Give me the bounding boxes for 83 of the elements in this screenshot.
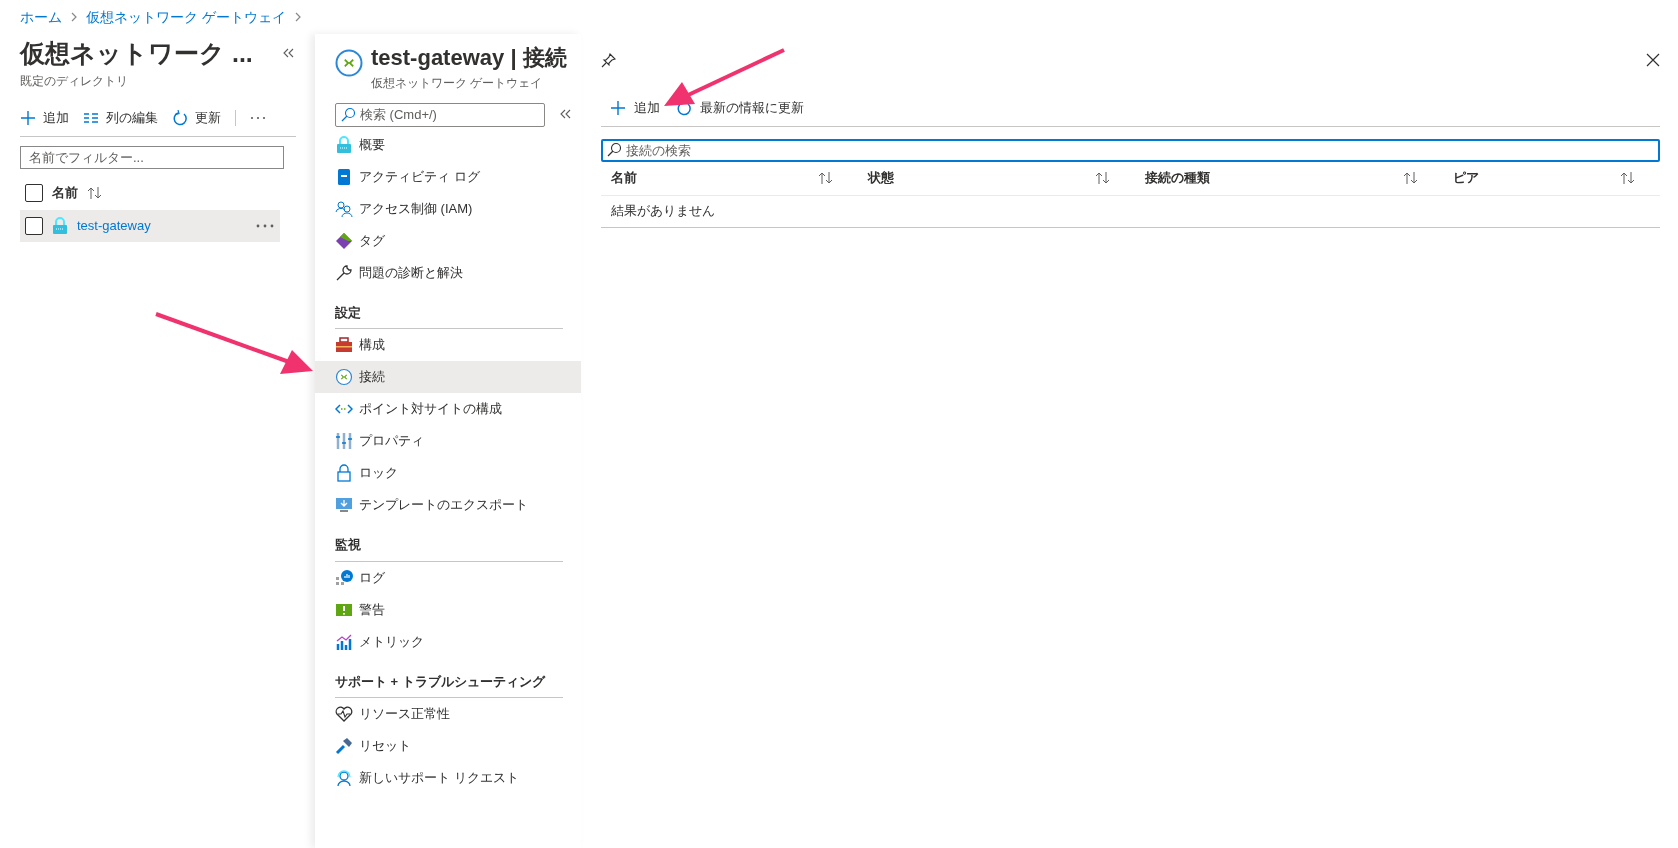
more-icon	[256, 223, 274, 228]
collapse-button[interactable]	[282, 47, 295, 59]
menu-item[interactable]: 接続	[315, 361, 581, 393]
column-header: 名前	[52, 183, 78, 202]
menu-item[interactable]: リソース正常性	[315, 698, 581, 730]
menu-item[interactable]: 概要	[315, 128, 581, 161]
empty-message: 結果がありません	[611, 202, 715, 221]
checkbox[interactable]	[25, 216, 43, 235]
download-monitor-icon	[335, 496, 353, 514]
collapse-icon	[282, 47, 295, 59]
list-row[interactable]: test-gateway	[20, 209, 280, 242]
menu-item[interactable]: アクセス制御 (IAM)	[315, 192, 581, 225]
breadcrumb-link[interactable]: ホーム	[20, 6, 62, 28]
bar-chart-icon	[335, 632, 353, 651]
menu-item[interactable]: テンプレートのエクスポート	[315, 489, 581, 521]
sort-icon	[87, 185, 102, 200]
menu-item[interactable]: タグ	[315, 224, 581, 257]
column-header: 接続の種類	[1145, 169, 1210, 188]
add-icon	[610, 99, 626, 116]
collapse-button[interactable]	[559, 108, 572, 121]
connection-icon	[335, 49, 363, 77]
section-heading: 監視	[335, 535, 563, 562]
menu-item[interactable]: プロパティ	[315, 425, 581, 457]
toolbar-button[interactable]: 列の編集	[83, 108, 158, 128]
column-header: 状態	[868, 169, 894, 188]
menu-item[interactable]: ログ	[315, 561, 581, 594]
close-button[interactable]	[1646, 53, 1660, 67]
page-title: test-gateway | 接続	[371, 44, 567, 72]
more-icon	[250, 115, 266, 120]
pane-subtitle: 既定のディレクトリ	[20, 73, 129, 90]
menu-item[interactable]: 警告	[315, 593, 581, 626]
close-icon	[1646, 53, 1660, 67]
menu-item[interactable]: ロック	[315, 457, 581, 489]
menu-item[interactable]: リセット	[315, 730, 581, 762]
lock-icon	[335, 135, 353, 154]
sort-icon	[1403, 171, 1418, 185]
checkbox[interactable]	[25, 183, 43, 202]
menu-item[interactable]: 新しいサポート リクエスト	[315, 762, 581, 794]
column-header: ピア	[1453, 169, 1479, 188]
toolbox-icon	[335, 336, 353, 354]
pin-button[interactable]	[601, 52, 617, 68]
hammer-icon	[335, 737, 353, 755]
breadcrumb-link[interactable]: 仮想ネットワーク ゲートウェイ	[86, 6, 286, 28]
page-subtitle: 仮想ネットワーク ゲートウェイ	[371, 75, 544, 92]
collapse-icon	[559, 108, 572, 121]
wrench-icon	[335, 263, 353, 282]
search-icon	[341, 107, 355, 122]
chat-chart-icon	[335, 568, 353, 587]
lock-outline-icon	[335, 464, 353, 482]
support-person-icon	[335, 769, 353, 787]
tag-icon	[335, 231, 353, 250]
menu-item[interactable]: 構成	[315, 329, 581, 361]
section-heading: サポート + トラブルシューティング	[335, 671, 563, 698]
chevron-icon	[70, 11, 78, 23]
sort-icon	[818, 171, 833, 185]
people-icon	[335, 199, 353, 218]
toolbar-button[interactable]: 追加	[610, 98, 660, 118]
pane-title: 仮想ネットワーク ...	[20, 38, 253, 68]
menu-item[interactable]: ポイント対サイトの構成	[315, 393, 581, 425]
sort-icon	[1095, 171, 1110, 185]
chevron-icon	[293, 11, 302, 23]
refresh-icon	[172, 109, 188, 126]
search-field[interactable]: 検索 (Cmd+/)	[335, 102, 545, 127]
filter-field[interactable]: 名前でフィルター...	[20, 145, 284, 169]
section-heading: 設定	[335, 302, 563, 329]
more-button[interactable]	[250, 115, 266, 120]
sliders-icon	[335, 432, 353, 450]
connection-icon	[335, 368, 353, 386]
menu-item[interactable]: メトリック	[315, 625, 581, 658]
search-field[interactable]: 接続の検索	[601, 138, 1660, 162]
menu-item[interactable]: アクティビティ ログ	[315, 160, 581, 193]
column-header: 名前	[611, 169, 637, 188]
sort-icon	[1620, 171, 1635, 185]
heart-pulse-icon	[335, 705, 353, 723]
resource-link[interactable]: test-gateway	[77, 215, 248, 236]
add-icon	[20, 109, 36, 126]
pin-icon	[601, 52, 617, 68]
menu-item[interactable]: 問題の診断と解決	[315, 256, 581, 289]
lock-icon	[51, 216, 69, 235]
toolbar-button[interactable]: 追加	[20, 108, 69, 128]
search-icon	[607, 141, 621, 157]
toolbar-button[interactable]: 更新	[172, 108, 221, 128]
log-icon	[335, 167, 353, 186]
